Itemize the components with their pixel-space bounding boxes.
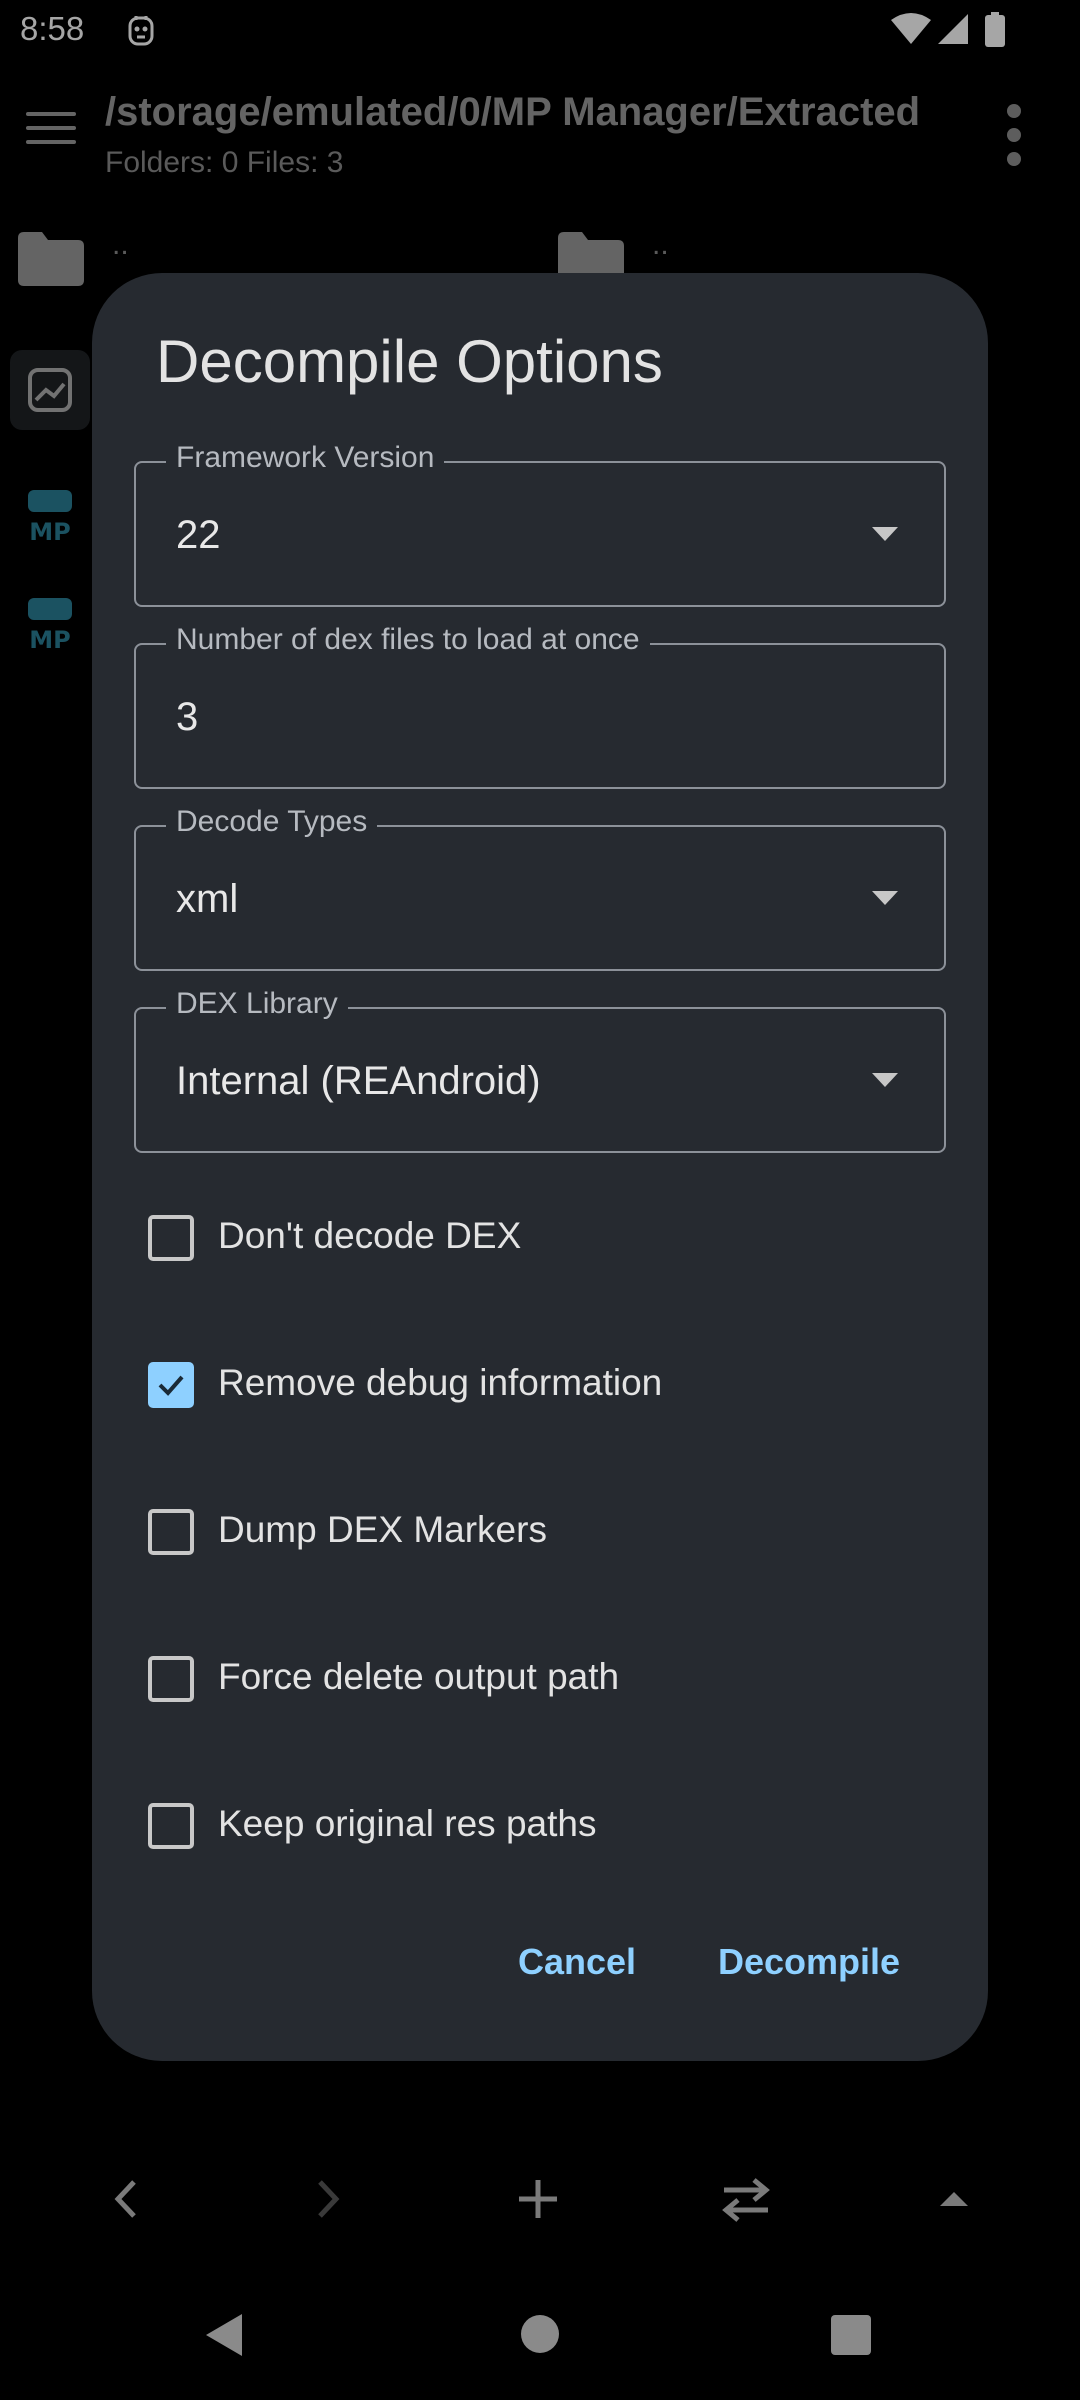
checkbox-label: Dump DEX Markers: [218, 1509, 547, 1550]
field-value: Internal (REAndroid): [176, 1059, 541, 1103]
checkbox[interactable]: [148, 1509, 194, 1555]
dump-dex-markers-option[interactable]: Dump DEX Markers: [148, 1491, 928, 1571]
nav-recents-icon[interactable]: [830, 2314, 872, 2361]
screen: 8:58 /storage/emulated/0/MP Manager/Extr…: [0, 0, 1080, 2400]
up-arrow-icon[interactable]: [936, 2170, 972, 2233]
dont-decode-dex-option[interactable]: Don't decode DEX: [148, 1197, 928, 1277]
framework-version-dropdown[interactable]: Framework Version 22: [134, 441, 946, 607]
back-arrow-icon[interactable]: [108, 2170, 144, 2233]
field-label: Framework Version: [166, 441, 445, 475]
nav-back-icon[interactable]: [202, 2310, 246, 2365]
field-value: 22: [176, 513, 221, 557]
decompile-options-dialog: Decompile Options Framework Version 22 N…: [92, 273, 988, 2061]
dex-files-count-input[interactable]: Number of dex files to load at once 3: [134, 623, 946, 789]
dialog-title: Decompile Options: [156, 328, 663, 395]
checkbox-label: Don't decode DEX: [218, 1215, 522, 1256]
dropdown-arrow-icon: [872, 527, 898, 541]
remove-debug-info-option[interactable]: Remove debug information: [148, 1344, 928, 1424]
checkbox-checked[interactable]: [148, 1362, 194, 1408]
cancel-button[interactable]: Cancel: [518, 1941, 636, 1983]
dropdown-arrow-icon: [872, 1073, 898, 1087]
nav-home-icon[interactable]: [520, 2314, 560, 2359]
checkmark-icon: [158, 1375, 184, 1396]
checkbox-label: Force delete output path: [218, 1656, 620, 1697]
field-label: Number of dex files to load at once: [166, 623, 650, 657]
decompile-button[interactable]: Decompile: [718, 1941, 900, 1983]
checkbox[interactable]: [148, 1656, 194, 1702]
checkbox[interactable]: [148, 1803, 194, 1849]
add-icon[interactable]: [514, 2170, 562, 2233]
field-value: xml: [176, 877, 239, 921]
checkbox[interactable]: [148, 1215, 194, 1261]
dex-library-dropdown[interactable]: DEX Library Internal (REAndroid): [134, 987, 946, 1153]
field-value: 3: [176, 695, 199, 739]
force-delete-output-option[interactable]: Force delete output path: [148, 1638, 928, 1718]
keep-original-res-paths-option[interactable]: Keep original res paths: [148, 1785, 928, 1865]
decode-types-dropdown[interactable]: Decode Types xml: [134, 805, 946, 971]
checkbox-label: Keep original res paths: [218, 1803, 597, 1844]
forward-arrow-icon[interactable]: [310, 2170, 346, 2233]
dropdown-arrow-icon: [872, 891, 898, 905]
field-label: Decode Types: [166, 805, 378, 839]
field-label: DEX Library: [166, 987, 348, 1021]
checkbox-label: Remove debug information: [218, 1362, 663, 1403]
swap-icon[interactable]: [720, 2170, 772, 2233]
